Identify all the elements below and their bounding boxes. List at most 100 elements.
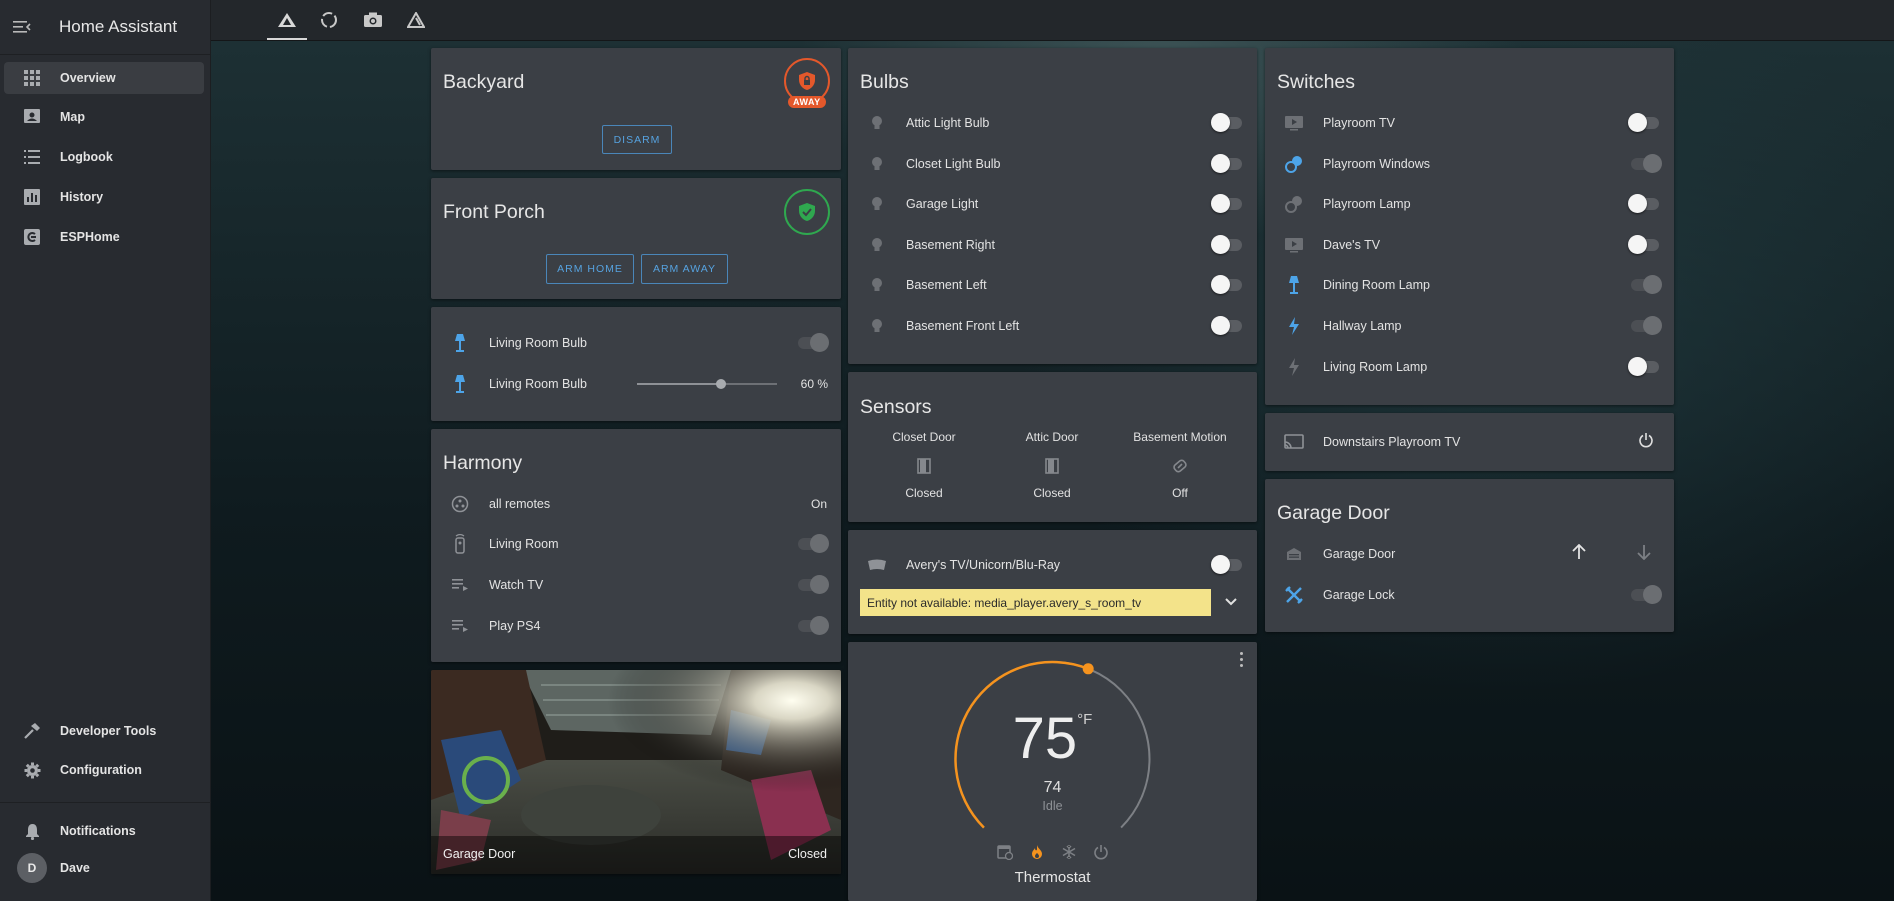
cast-icon (860, 558, 894, 572)
sensor-state: Closed (1033, 486, 1071, 500)
switch-toggle[interactable] (1628, 234, 1662, 254)
list-item[interactable]: Basement Right (848, 228, 1257, 262)
tab-network[interactable] (396, 0, 436, 40)
bell-icon (4, 823, 60, 840)
sidebar-item-label: Developer Tools (60, 724, 157, 738)
entity-state: On (810, 497, 827, 511)
media-player-toggle[interactable] (1211, 555, 1245, 574)
sidebar-item-logbook[interactable]: Logbook (4, 141, 204, 173)
list-item[interactable]: Hallway Lamp (1265, 309, 1674, 343)
list-item[interactable]: Attic Light Bulb (848, 106, 1257, 140)
tab-camera[interactable] (353, 0, 393, 40)
user-name: Dave (60, 861, 90, 875)
bulb-toggle[interactable] (1211, 275, 1245, 295)
list-item[interactable]: Watch TV (431, 568, 841, 602)
sidebar-item-label: Overview (60, 71, 116, 85)
bulb-toggle[interactable] (1211, 153, 1245, 173)
sidebar-divider (0, 802, 211, 803)
garage-lock-toggle[interactable] (1628, 585, 1662, 604)
play-ps4-toggle[interactable] (795, 616, 829, 635)
card-title: Garage Door (1277, 502, 1390, 524)
tab-home[interactable] (267, 0, 307, 40)
entity-name: all remotes (489, 497, 551, 511)
sidebar-item-notifications[interactable]: Notifications (4, 815, 204, 847)
cool-mode-button[interactable] (1061, 844, 1077, 865)
list-item[interactable]: Garage Door (1265, 537, 1674, 571)
garage-door-card: Garage Door Garage Door Garage Lock (1265, 479, 1674, 632)
disarm-button[interactable]: DISARM (602, 125, 672, 154)
camera-card-garage[interactable]: Garage Door Closed (431, 670, 841, 874)
floor-lamp-icon (1277, 275, 1311, 295)
switch-toggle[interactable] (1628, 275, 1662, 295)
list-item[interactable]: Playroom Lamp (1265, 187, 1674, 221)
bulb-toggle[interactable] (1211, 194, 1245, 214)
arm-home-button[interactable]: ARM HOME (546, 254, 634, 284)
arm-away-button[interactable]: ARM AWAY (641, 254, 728, 284)
hvac-status: Idle (1042, 799, 1063, 813)
sidebar-item-developer-tools[interactable]: Developer Tools (4, 715, 204, 747)
switch-toggle[interactable] (1628, 356, 1662, 376)
schedule-mode-button[interactable] (996, 844, 1013, 865)
sidebar-item-map[interactable]: Map (4, 101, 204, 133)
list-item[interactable]: Downstairs Playroom TV (1265, 425, 1674, 459)
list-item[interactable]: Living Room Lamp (1265, 350, 1674, 384)
entity-name: Closet Light Bulb (906, 156, 1001, 171)
power-button[interactable] (1638, 432, 1654, 453)
open-cover-button[interactable] (1572, 543, 1586, 565)
slider-handle[interactable] (716, 379, 726, 389)
close-cover-button[interactable] (1637, 544, 1651, 565)
heat-mode-button[interactable] (1029, 844, 1045, 865)
entity-name: Living Room Lamp (1323, 359, 1428, 374)
sidebar-item-overview[interactable]: Overview (4, 62, 204, 94)
tab-ring[interactable] (309, 0, 349, 40)
sidebar-item-user[interactable]: D Dave (4, 852, 204, 884)
brightness-slider[interactable] (637, 379, 777, 389)
entity-name: Hallway Lamp (1323, 319, 1402, 333)
switch-toggle[interactable] (1628, 113, 1662, 132)
bulb-toggle[interactable] (1211, 234, 1245, 254)
lamp-icon (443, 333, 477, 353)
list-item[interactable]: Closet Light Bulb (848, 147, 1257, 181)
arrow-up-icon (1572, 543, 1586, 559)
camera-feed-image (431, 670, 841, 874)
living-room-bulb-toggle[interactable] (795, 333, 829, 352)
sidebar-item-history[interactable]: History (4, 181, 204, 213)
sensor-attic-door[interactable]: Attic Door Closed (988, 430, 1116, 500)
list-item[interactable]: Playroom TV (1265, 106, 1674, 140)
bulb-toggle[interactable] (1211, 113, 1245, 132)
list-item[interactable]: Dining Room Lamp (1265, 268, 1674, 302)
list-item[interactable]: Playroom Windows (1265, 147, 1674, 181)
sensor-basement-motion[interactable]: Basement Motion Off (1116, 430, 1244, 500)
entity-name: Avery's TV/Unicorn/Blu-Ray (906, 558, 1061, 572)
watch-tv-toggle[interactable] (795, 575, 829, 594)
sidebar-item-configuration[interactable]: Configuration (4, 754, 204, 786)
lamp-icon (443, 374, 477, 394)
menu-toggle-button[interactable] (0, 0, 44, 55)
switch-toggle[interactable] (1628, 194, 1662, 214)
list-item[interactable]: Garage Lock (1265, 578, 1674, 612)
list-item[interactable]: Garage Light (848, 187, 1257, 221)
door-closed-icon (860, 458, 988, 476)
sensor-closet-door[interactable]: Closet Door Closed (860, 430, 988, 500)
list-item[interactable]: Play PS4 (431, 609, 841, 643)
card-title: Switches (1277, 71, 1356, 93)
list-item[interactable]: Avery's TV/Unicorn/Blu-Ray (848, 548, 1257, 582)
list-item[interactable]: Living Room Bulb 60 % (431, 367, 841, 401)
expand-button[interactable] (1222, 593, 1240, 611)
entity-name: Garage Door (1323, 547, 1396, 561)
sidebar-item-esphome[interactable]: ESPHome (4, 221, 204, 253)
list-item[interactable]: all remotes On (431, 487, 841, 521)
list-item[interactable]: Dave's TV (1265, 228, 1674, 262)
list-item[interactable]: Basement Left (848, 268, 1257, 302)
off-mode-button[interactable] (1093, 844, 1109, 865)
grid-icon (4, 70, 60, 86)
camera-icon (364, 12, 382, 27)
list-item[interactable]: Basement Front Left (848, 309, 1257, 343)
list-item[interactable]: Living Room (431, 527, 841, 561)
switch-toggle[interactable] (1628, 316, 1662, 335)
camera-state: Closed (788, 847, 827, 861)
list-item[interactable]: Living Room Bulb (431, 326, 841, 360)
bulb-toggle[interactable] (1211, 316, 1245, 335)
living-room-toggle[interactable] (795, 534, 829, 553)
switch-toggle[interactable] (1628, 153, 1662, 173)
